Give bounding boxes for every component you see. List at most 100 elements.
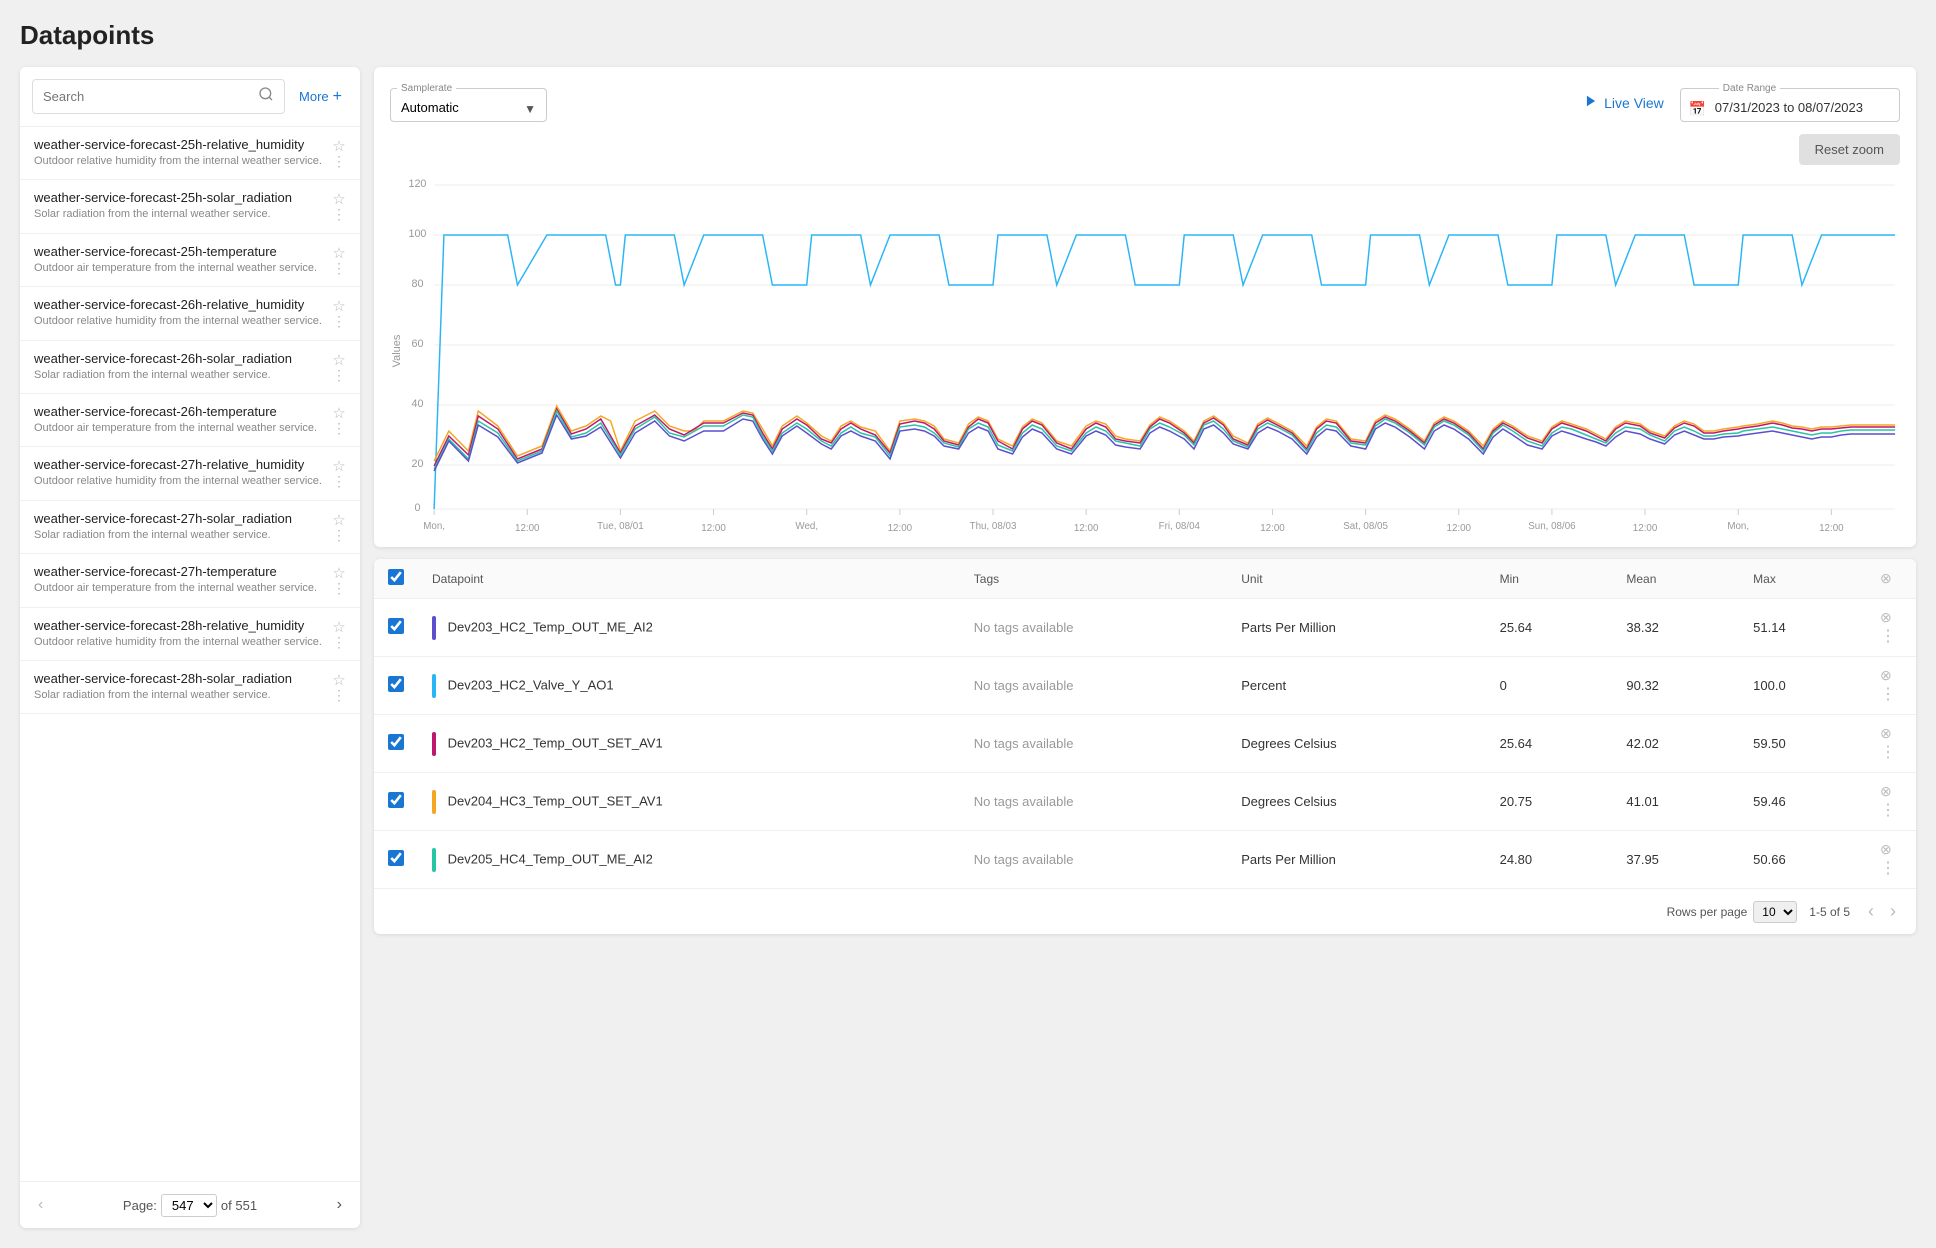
row-close-icon[interactable]: ⊗ <box>1880 667 1892 683</box>
more-options-icon[interactable]: ⋮ <box>332 638 346 646</box>
row-mean: 41.01 <box>1612 773 1739 831</box>
samplerate-fieldset: Samplerate Automatic ▼ <box>390 83 547 122</box>
row-datapoint: Dev203_HC2_Temp_OUT_SET_AV1 <box>418 715 960 773</box>
sidebar-item-name: weather-service-forecast-25h-temperature <box>34 244 326 259</box>
sidebar-item[interactable]: weather-service-forecast-25h-relative_hu… <box>20 127 360 180</box>
row-checkbox[interactable] <box>388 734 404 750</box>
samplerate-select[interactable]: Automatic <box>391 96 546 121</box>
more-options-icon[interactable]: ⋮ <box>332 691 346 699</box>
sidebar: More + weather-service-forecast-25h-rela… <box>20 67 360 1228</box>
row-close-icon[interactable]: ⊗ <box>1880 783 1892 799</box>
row-more-icon[interactable]: ⋮ <box>1880 744 1896 761</box>
samplerate-label: Samplerate <box>397 83 456 94</box>
row-close-icon[interactable]: ⊗ <box>1880 609 1892 625</box>
svg-text:120: 120 <box>408 178 426 190</box>
right-panel: Samplerate Automatic ▼ <box>374 67 1916 1228</box>
more-options-icon[interactable]: ⋮ <box>332 424 346 432</box>
reset-zoom-button[interactable]: Reset zoom <box>1799 134 1900 165</box>
search-icon <box>258 86 274 107</box>
table-next-button[interactable]: › <box>1884 899 1902 924</box>
row-min: 0 <box>1486 657 1613 715</box>
sidebar-item[interactable]: weather-service-forecast-26h-relative_hu… <box>20 287 360 340</box>
search-box[interactable] <box>32 79 285 114</box>
page-title: Datapoints <box>20 20 1916 51</box>
svg-text:Values: Values <box>391 334 403 367</box>
star-icon[interactable]: ☆ <box>332 351 345 369</box>
datapoint-name: Dev203_HC2_Temp_OUT_SET_AV1 <box>448 735 663 750</box>
nav-arrow-next[interactable]: › <box>333 1192 346 1218</box>
sidebar-item[interactable]: weather-service-forecast-27h-relative_hu… <box>20 447 360 500</box>
more-options-icon[interactable]: ⋮ <box>332 531 346 539</box>
table-page-info: 1-5 of 5 <box>1809 905 1850 919</box>
row-more-icon[interactable]: ⋮ <box>1880 802 1896 819</box>
table-row: Dev205_HC4_Temp_OUT_ME_AI2 No tags avail… <box>374 831 1916 889</box>
more-options-icon[interactable]: ⋮ <box>332 584 346 592</box>
sidebar-item-desc: Outdoor relative humidity from the inter… <box>34 314 326 329</box>
search-input[interactable] <box>43 89 258 104</box>
row-more-icon[interactable]: ⋮ <box>1880 860 1896 877</box>
svg-text:Wed,: Wed, <box>795 521 818 531</box>
row-unit: Degrees Celsius <box>1227 773 1485 831</box>
table-row: Dev203_HC2_Temp_OUT_ME_AI2 No tags avail… <box>374 599 1916 657</box>
more-options-icon[interactable]: ⋮ <box>332 157 346 165</box>
datapoint-name: Dev203_HC2_Valve_Y_AO1 <box>448 677 614 692</box>
sidebar-item[interactable]: weather-service-forecast-27h-solar_radia… <box>20 501 360 554</box>
row-checkbox[interactable] <box>388 618 404 634</box>
live-view-label: Live View <box>1604 95 1664 111</box>
more-options-icon[interactable]: ⋮ <box>332 317 346 325</box>
more-button[interactable]: More + <box>293 84 348 110</box>
row-close-icon[interactable]: ⊗ <box>1880 725 1892 741</box>
sidebar-item[interactable]: weather-service-forecast-27h-temperature… <box>20 554 360 607</box>
svg-text:80: 80 <box>411 278 423 290</box>
table-footer: Rows per page 10 25 50 1-5 of 5 ‹ › <box>374 889 1916 934</box>
svg-text:Sat, 08/05: Sat, 08/05 <box>1343 521 1388 531</box>
close-all-icon[interactable]: ⊗ <box>1880 570 1892 586</box>
sidebar-item[interactable]: weather-service-forecast-26h-temperature… <box>20 394 360 447</box>
row-datapoint: Dev203_HC2_Temp_OUT_ME_AI2 <box>418 599 960 657</box>
col-header-mean: Mean <box>1612 559 1739 599</box>
sidebar-item-name: weather-service-forecast-25h-relative_hu… <box>34 137 326 152</box>
plus-icon: + <box>333 88 342 106</box>
page-label-text: Page: <box>123 1198 157 1213</box>
row-close-icon[interactable]: ⊗ <box>1880 841 1892 857</box>
row-checkbox[interactable] <box>388 676 404 692</box>
row-more-icon[interactable]: ⋮ <box>1880 628 1896 645</box>
sidebar-item-name: weather-service-forecast-28h-solar_radia… <box>34 671 326 686</box>
more-options-icon[interactable]: ⋮ <box>332 371 346 379</box>
rows-per-page-select[interactable]: 10 25 50 <box>1753 901 1797 923</box>
calendar-icon: 📅 <box>1689 100 1706 117</box>
row-tags: No tags available <box>960 831 1227 889</box>
sidebar-item-name: weather-service-forecast-27h-solar_radia… <box>34 511 326 526</box>
more-options-icon[interactable]: ⋮ <box>332 264 346 272</box>
row-mean: 37.95 <box>1612 831 1739 889</box>
sidebar-item-name: weather-service-forecast-26h-temperature <box>34 404 326 419</box>
more-options-icon[interactable]: ⋮ <box>332 477 346 485</box>
date-range-fieldset[interactable]: Date Range 📅 07/31/2023 to 08/07/2023 <box>1680 83 1900 122</box>
row-checkbox[interactable] <box>388 792 404 808</box>
more-options-icon[interactable]: ⋮ <box>332 210 346 218</box>
sidebar-item-desc: Solar radiation from the internal weathe… <box>34 528 326 543</box>
table-prev-button[interactable]: ‹ <box>1862 899 1880 924</box>
rows-per-page-control: Rows per page 10 25 50 <box>1667 901 1798 923</box>
sidebar-item[interactable]: weather-service-forecast-25h-temperature… <box>20 234 360 287</box>
row-checkbox[interactable] <box>388 850 404 866</box>
sidebar-item-name: weather-service-forecast-27h-relative_hu… <box>34 457 326 472</box>
row-tags: No tags available <box>960 715 1227 773</box>
row-datapoint: Dev203_HC2_Valve_Y_AO1 <box>418 657 960 715</box>
svg-text:12:00: 12:00 <box>1260 523 1285 531</box>
nav-arrow-prev[interactable]: ‹ <box>34 1192 47 1218</box>
live-view-button[interactable]: Live View <box>1584 94 1664 111</box>
color-bar <box>432 674 436 698</box>
page-select[interactable]: 547 <box>161 1194 217 1217</box>
svg-text:12:00: 12:00 <box>1447 523 1472 531</box>
select-all-checkbox[interactable] <box>388 569 404 585</box>
star-icon[interactable]: ☆ <box>332 618 345 636</box>
sidebar-item[interactable]: weather-service-forecast-28h-solar_radia… <box>20 661 360 714</box>
svg-text:12:00: 12:00 <box>1074 523 1099 531</box>
row-more-icon[interactable]: ⋮ <box>1880 686 1896 703</box>
sidebar-item[interactable]: weather-service-forecast-26h-solar_radia… <box>20 341 360 394</box>
sidebar-item[interactable]: weather-service-forecast-28h-relative_hu… <box>20 608 360 661</box>
color-bar <box>432 732 436 756</box>
sidebar-item[interactable]: weather-service-forecast-25h-solar_radia… <box>20 180 360 233</box>
sidebar-item-desc: Solar radiation from the internal weathe… <box>34 207 326 222</box>
